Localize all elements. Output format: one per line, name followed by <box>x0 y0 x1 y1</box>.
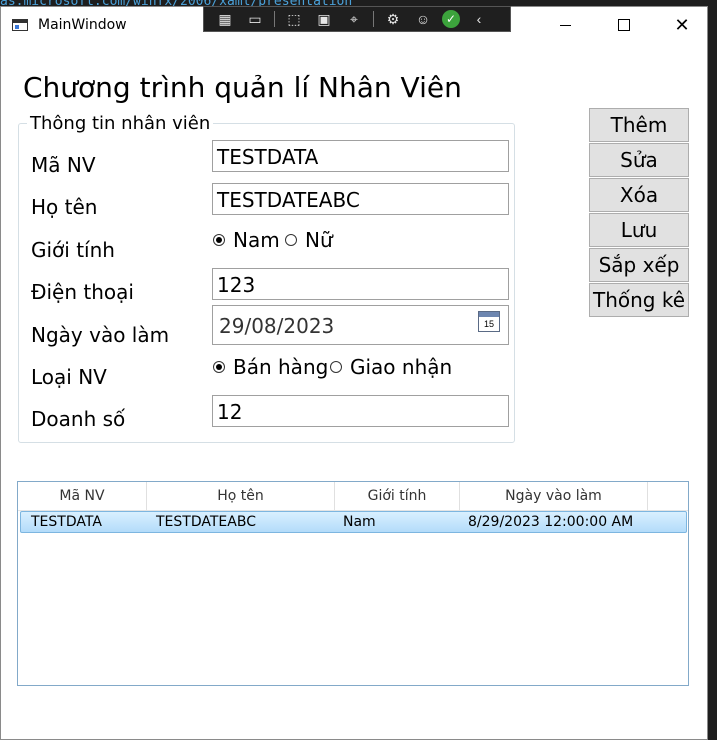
video-icon[interactable]: ▭ <box>244 10 266 28</box>
loai-nv-label: Loại NV <box>31 365 107 389</box>
column-header-ho-ten[interactable]: Họ tên <box>147 482 335 510</box>
xaml-debug-toolbar: ▦ ▭ ⬚ ▣ ⌖ ⚙ ☺ ✓ ‹ <box>203 6 511 32</box>
radio-nam[interactable]: Nam <box>213 228 280 252</box>
xoa-button[interactable]: Xóa <box>589 178 689 212</box>
gioi-tinh-label: Giới tính <box>31 238 115 262</box>
calendar-icon[interactable]: 15 <box>478 311 500 332</box>
main-window: MainWindow ✕ Chương trình quản lí Nhân V… <box>0 6 708 740</box>
cell-ngay-vao-lam: 8/29/2023 12:00:00 AM <box>468 514 634 530</box>
luu-button[interactable]: Lưu <box>589 213 689 247</box>
cell-gioi-tinh: Nam <box>343 514 376 530</box>
live-tree-icon[interactable]: ▦ <box>214 10 236 28</box>
radio-ban-hang-label: Bán hàng <box>233 355 329 379</box>
minimize-button[interactable] <box>536 7 594 43</box>
chevron-left-icon[interactable]: ‹ <box>468 10 490 28</box>
column-header-filler <box>648 482 688 510</box>
window-title: MainWindow <box>38 17 127 33</box>
ma-nv-label: Mã NV <box>31 153 96 177</box>
doanh-so-input[interactable]: 12 <box>212 395 509 427</box>
radio-giao-nhan[interactable]: Giao nhận <box>330 355 452 379</box>
employee-datagrid[interactable]: Mã NV Họ tên Giới tính Ngày vào làm TEST… <box>17 481 689 686</box>
column-header-ma-nv[interactable]: Mã NV <box>18 482 147 510</box>
radio-checked-icon <box>213 234 225 246</box>
group-title: Thông tin nhân viên <box>27 113 214 134</box>
radio-nu-label: Nữ <box>305 228 333 252</box>
close-icon: ✕ <box>674 14 690 36</box>
radio-checked-icon <box>213 361 225 373</box>
thong-ke-button[interactable]: Thống kê <box>589 283 689 317</box>
them-button[interactable]: Thêm <box>589 108 689 142</box>
radio-nu[interactable]: Nữ <box>285 228 333 252</box>
maximize-button[interactable] <box>595 7 653 43</box>
radio-ban-hang[interactable]: Bán hàng <box>213 355 328 379</box>
select-element-icon[interactable]: ⬚ <box>283 10 305 28</box>
maximize-icon <box>618 19 630 31</box>
ho-ten-input[interactable]: TESTDATEABC <box>212 183 509 215</box>
doanh-so-label: Doanh số <box>31 407 126 431</box>
cell-ho-ten: TESTDATEABC <box>156 514 256 530</box>
radio-unchecked-icon <box>330 361 342 373</box>
page-title: Chương trình quản lí Nhân Viên <box>23 71 462 104</box>
ngay-vao-lam-label: Ngày vào làm <box>31 323 170 347</box>
column-header-ngay-vao-lam[interactable]: Ngày vào làm <box>460 482 648 510</box>
window-app-icon <box>12 19 28 31</box>
ngay-vao-lam-datepicker[interactable]: 29/08/2023 15 <box>212 305 509 345</box>
display-layout-icon[interactable]: ▣ <box>313 10 335 28</box>
close-button[interactable]: ✕ <box>653 7 711 43</box>
date-value: 29/08/2023 <box>219 314 335 338</box>
toolbar-separator <box>274 11 275 27</box>
radio-nam-label: Nam <box>233 228 280 252</box>
minimize-icon <box>559 24 571 26</box>
radio-unchecked-icon <box>285 234 297 246</box>
column-header-gioi-tinh[interactable]: Giới tính <box>335 482 460 510</box>
checkmark-icon[interactable]: ✓ <box>442 10 460 28</box>
toolbar-separator <box>373 11 374 27</box>
radio-giao-nhan-label: Giao nhận <box>350 355 453 379</box>
ma-nv-input[interactable]: TESTDATA <box>212 140 509 172</box>
cell-ma-nv: TESTDATA <box>31 514 102 530</box>
table-row[interactable]: TESTDATA TESTDATEABC Nam 8/29/2023 12:00… <box>20 511 687 533</box>
sua-button[interactable]: Sửa <box>589 143 689 177</box>
track-focus-icon[interactable]: ⌖ <box>343 10 365 28</box>
ho-ten-label: Họ tên <box>31 195 98 219</box>
sap-xep-button[interactable]: Sắp xếp <box>589 248 689 282</box>
accessibility-icon[interactable]: ☺ <box>412 10 434 28</box>
dien-thoai-label: Điện thoại <box>31 280 134 304</box>
dien-thoai-input[interactable]: 123 <box>212 268 509 300</box>
hot-reload-icon[interactable]: ⚙ <box>382 10 404 28</box>
grid-header: Mã NV Họ tên Giới tính Ngày vào làm <box>18 482 688 511</box>
